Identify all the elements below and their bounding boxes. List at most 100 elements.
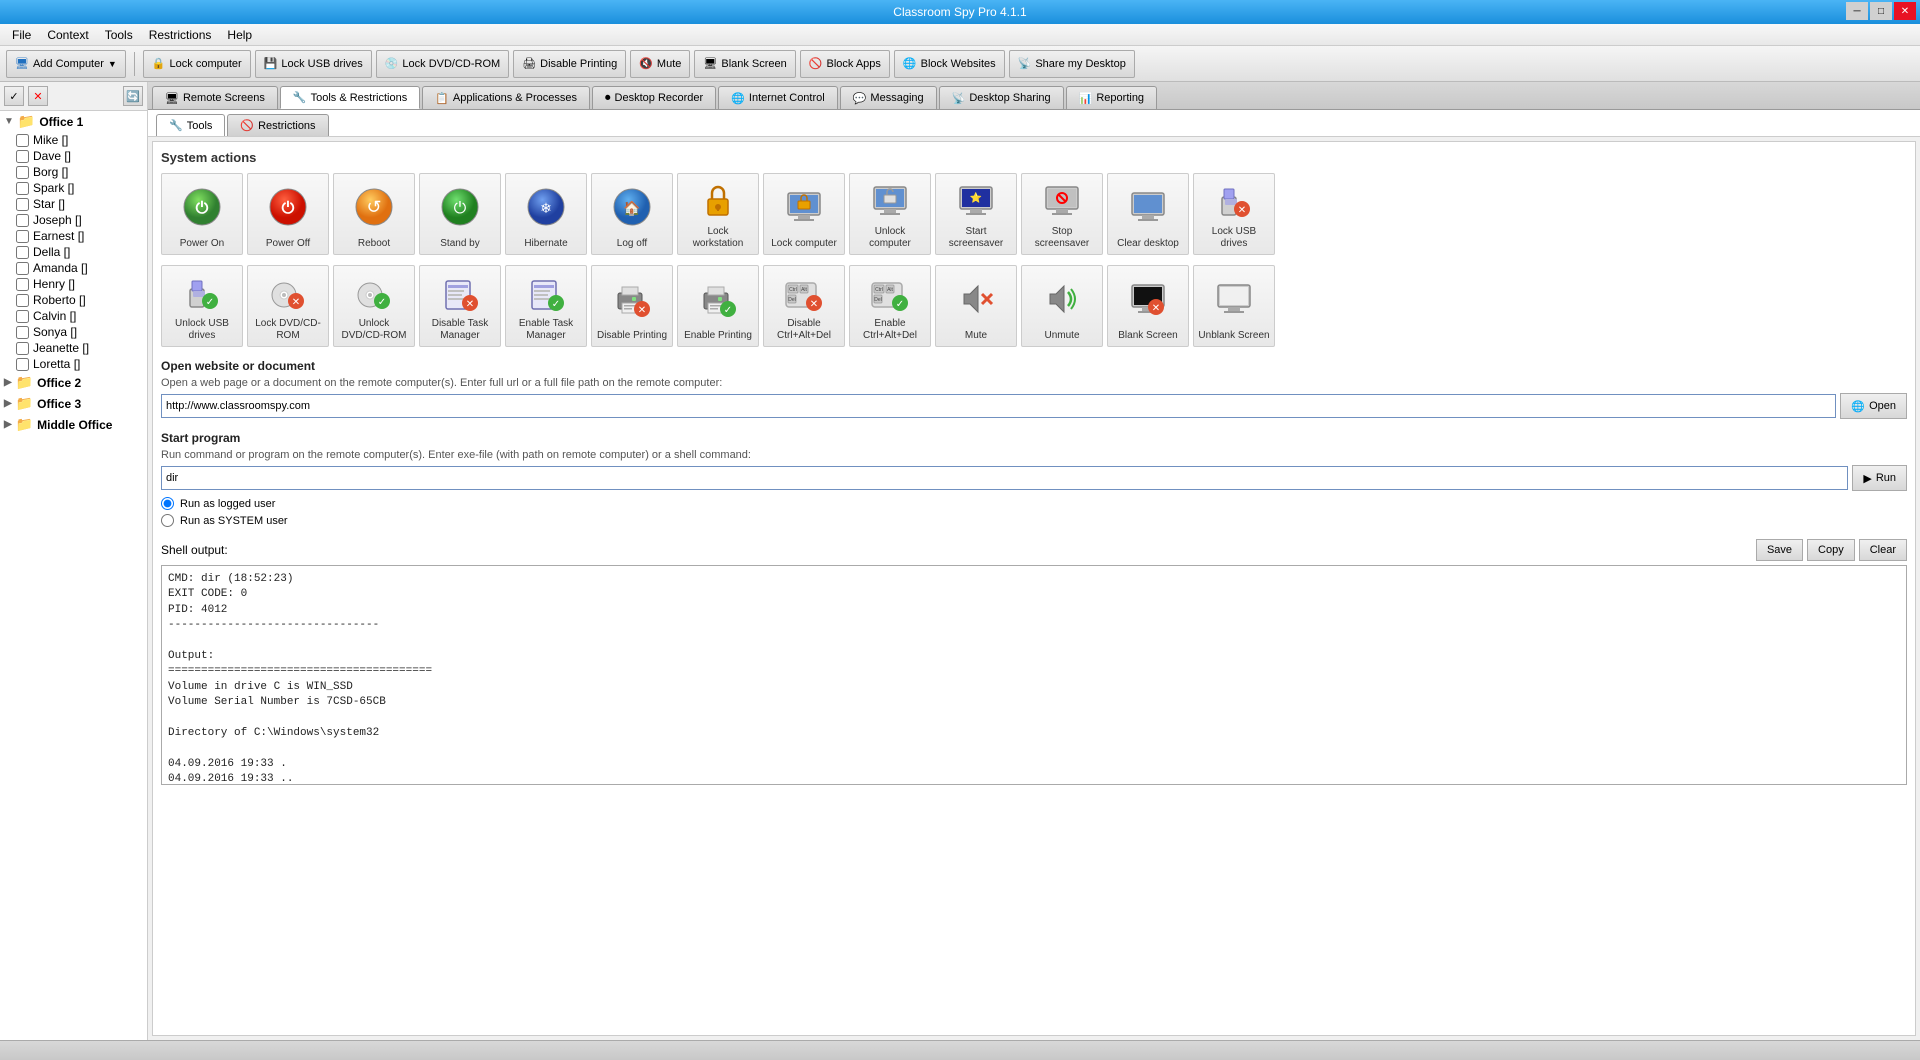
disable-printing-toolbar-button[interactable]: 🖨 Disable Printing [513,50,626,78]
tab-internet-control[interactable]: 🌐 Internet Control [718,86,838,109]
radio-system-user-input[interactable] [161,514,174,527]
mute-toolbar-button[interactable]: 🔇 Mute [630,50,690,78]
close-button[interactable]: ✕ [1894,2,1916,20]
mute-button[interactable]: Mute [935,265,1017,347]
enable-ctrl-button[interactable]: Ctrl Alt Del ✓ Enable Ctrl+Alt+Del [849,265,931,347]
menu-tools[interactable]: Tools [97,26,141,44]
maximize-button[interactable]: □ [1870,2,1892,20]
list-item[interactable]: Calvin [] [12,308,147,324]
block-apps-toolbar-button[interactable]: 🚫 Block Apps [800,50,890,78]
tab-tools-restrictions[interactable]: 🔧 Tools & Restrictions [280,86,420,109]
enable-printing-button[interactable]: ✓ Enable Printing [677,265,759,347]
list-item[interactable]: Joseph [] [12,212,147,228]
list-item[interactable]: Dave [] [12,148,147,164]
menu-context[interactable]: Context [39,26,96,44]
menu-restrictions[interactable]: Restrictions [141,26,220,44]
group-label-office1: Office 1 [39,115,83,129]
start-program-input[interactable] [161,466,1848,490]
tab-remote-screens[interactable]: 🖥 Remote Screens [152,86,278,109]
open-website-button[interactable]: 🌐 Open [1840,393,1907,419]
blank-screen-toolbar-button[interactable]: 🖥 Blank Screen [694,50,795,78]
radio-logged-user[interactable]: Run as logged user [161,497,1907,510]
hibernate-button[interactable]: ❄ Hibernate [505,173,587,255]
unlock-usb-button[interactable]: ✓ Unlock USB drives [161,265,243,347]
lock-computer-toolbar-button[interactable]: 🔒 Lock computer [143,50,251,78]
tab-reporting[interactable]: 📊 Reporting [1066,86,1157,109]
unlock-dvd-button[interactable]: ✓ Unlock DVD/CD-ROM [333,265,415,347]
list-item[interactable]: Jeanette [] [12,340,147,356]
lock-computer-icon-area [784,180,824,234]
list-item[interactable]: Loretta [] [12,356,147,372]
unblank-screen-button[interactable]: Unblank Screen [1193,265,1275,347]
shell-output-content: CMD: dir (18:52:23) EXIT CODE: 0 PID: 40… [168,572,1900,785]
group-office3[interactable]: ▶ 📁 Office 3 [0,393,147,414]
tab-desktop-recorder[interactable]: ⏺ Desktop Recorder [592,86,716,109]
shell-output-box: CMD: dir (18:52:23) EXIT CODE: 0 PID: 40… [161,565,1907,785]
lock-dvd-button[interactable]: ✕ Lock DVD/CD-ROM [247,265,329,347]
unmute-button[interactable]: Unmute [1021,265,1103,347]
sub-tab-tools[interactable]: 🔧 Tools [156,114,225,136]
list-item[interactable]: Mike [] [12,132,147,148]
radio-logged-user-input[interactable] [161,497,174,510]
block-websites-toolbar-button[interactable]: 🌐 Block Websites [894,50,1005,78]
clear-button[interactable]: Clear [1859,539,1907,561]
list-item[interactable]: Star [] [12,196,147,212]
power-off-button[interactable]: ⏻ Power Off [247,173,329,255]
reboot-button[interactable]: ↺ Reboot [333,173,415,255]
svg-text:Ctrl: Ctrl [875,287,883,293]
enable-taskman-button[interactable]: ✓ Enable Task Manager [505,265,587,347]
copy-button[interactable]: Copy [1807,539,1855,561]
disable-ctrl-button[interactable]: Ctrl Alt Del ✕ Disable Ctrl+Alt+Del [763,265,845,347]
list-item[interactable]: Borg [] [12,164,147,180]
tab-applications[interactable]: 📋 Applications & Processes [422,86,590,109]
unlock-computer-button[interactable]: Unlock computer [849,173,931,255]
disable-printing-button[interactable]: ✕ Disable Printing [591,265,673,347]
disable-taskman-svg: ✕ [440,273,480,313]
clear-desktop-button[interactable]: Clear desktop [1107,173,1189,255]
lock-usb-button[interactable]: ✕ Lock USB drives [1193,173,1275,255]
stand-by-button[interactable]: ⏻ Stand by [419,173,501,255]
mute-svg [956,279,996,319]
list-item[interactable]: Sonya [] [12,324,147,340]
share-desktop-toolbar-button[interactable]: 📡 Share my Desktop [1009,50,1135,78]
blank-screen-button[interactable]: ✕ Blank Screen [1107,265,1189,347]
tab-desktop-sharing[interactable]: 📡 Desktop Sharing [939,86,1064,109]
disable-taskman-button[interactable]: ✕ Disable Task Manager [419,265,501,347]
lock-dvd-svg: ✕ [268,273,308,313]
refresh-button[interactable]: 🔄 [123,86,143,106]
group-middle-office[interactable]: ▶ 📁 Middle Office [0,414,147,435]
expand-all-button[interactable]: ✓ [4,86,24,106]
add-computer-button[interactable]: 🖥 Add Computer ▼ [6,50,126,78]
stop-screensaver-button[interactable]: Stop screensaver [1021,173,1103,255]
sub-tab-restrictions[interactable]: 🚫 Restrictions [227,114,328,136]
menu-help[interactable]: Help [219,26,260,44]
log-off-button[interactable]: 🏠 Log off [591,173,673,255]
svg-text:Alt: Alt [801,287,807,293]
power-on-button[interactable]: ⏻ Power On [161,173,243,255]
office1-members: Mike [] Dave [] Borg [] Spark [] Star []… [0,132,147,372]
lock-dvd-toolbar-button[interactable]: 💿 Lock DVD/CD-ROM [376,50,510,78]
list-item[interactable]: Della [] [12,244,147,260]
lock-computer-button[interactable]: Lock computer [763,173,845,255]
blank-screen-icon-area: ✕ [1128,272,1168,326]
lock-usb-toolbar-button[interactable]: 💾 Lock USB drives [255,50,372,78]
tab-messaging[interactable]: 💬 Messaging [840,86,937,109]
group-office1[interactable]: ▼ 📁 Office 1 [0,111,147,132]
list-item[interactable]: Amanda [] [12,260,147,276]
group-office2[interactable]: ▶ 📁 Office 2 [0,372,147,393]
list-item[interactable]: Roberto [] [12,292,147,308]
unlock-usb-label: Unlock USB drives [166,318,238,342]
minimize-button[interactable]: ─ [1846,2,1868,20]
list-item[interactable]: Henry [] [12,276,147,292]
open-website-input[interactable] [161,394,1836,418]
collapse-all-button[interactable]: ✕ [28,86,48,106]
svg-text:✕: ✕ [466,299,474,310]
list-item[interactable]: Earnest [] [12,228,147,244]
lock-workstation-button[interactable]: Lock workstation [677,173,759,255]
run-button[interactable]: ▶ Run [1852,465,1907,491]
list-item[interactable]: Spark [] [12,180,147,196]
menu-file[interactable]: File [4,26,39,44]
save-button[interactable]: Save [1756,539,1803,561]
start-screensaver-button[interactable]: ⭐ Start screensaver [935,173,1017,255]
radio-system-user[interactable]: Run as SYSTEM user [161,514,1907,527]
